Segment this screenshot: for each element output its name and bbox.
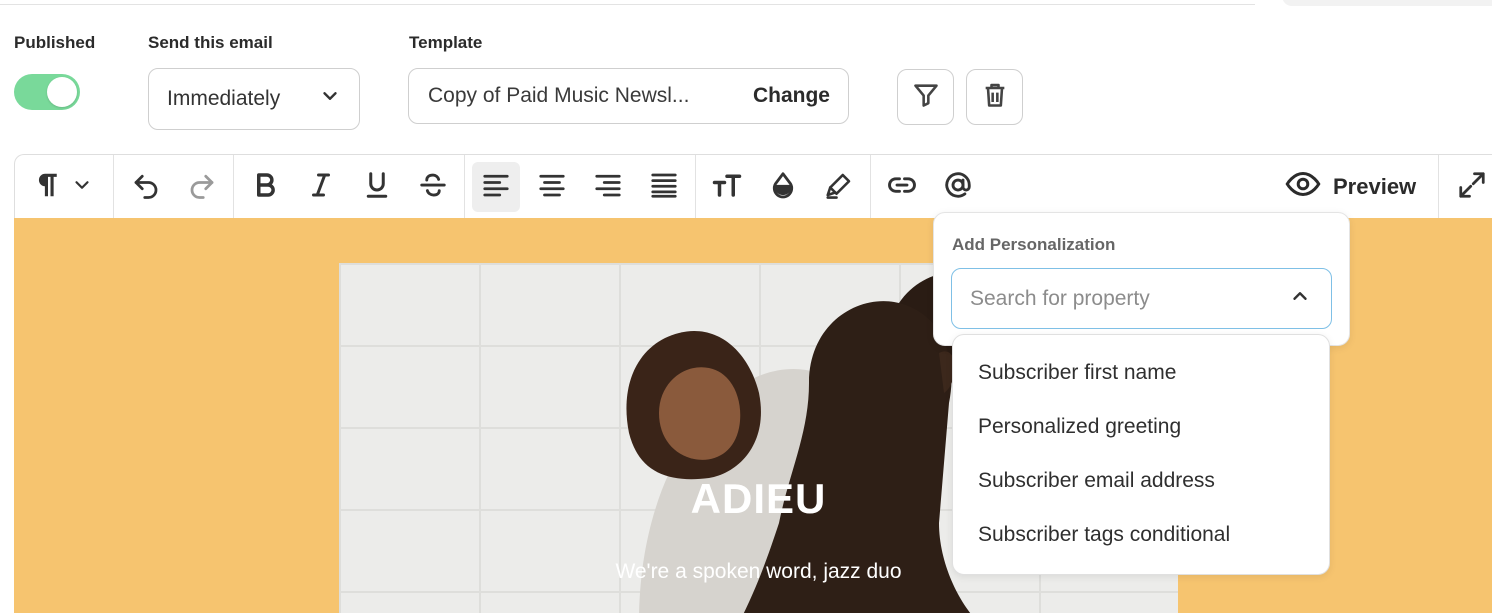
strikethrough-button[interactable] bbox=[416, 155, 450, 219]
strikethrough-icon bbox=[418, 170, 448, 205]
link-icon bbox=[887, 170, 917, 205]
chevron-down-icon bbox=[71, 174, 93, 201]
align-left-icon bbox=[481, 170, 511, 205]
text-size-icon bbox=[712, 170, 742, 205]
paragraph-style-dropdown[interactable] bbox=[69, 155, 95, 219]
send-timing-select[interactable]: Immediately bbox=[148, 68, 360, 130]
filter-button[interactable] bbox=[897, 69, 954, 125]
top-right-control[interactable] bbox=[1282, 0, 1492, 6]
preview-label: Preview bbox=[1333, 174, 1417, 199]
editor-toolbar: Preview bbox=[14, 154, 1492, 219]
trash-icon bbox=[981, 81, 1009, 114]
property-dropdown-list: Subscriber first name Personalized greet… bbox=[952, 334, 1330, 575]
redo-icon bbox=[187, 170, 217, 205]
align-left-button[interactable] bbox=[472, 162, 520, 212]
preview-button[interactable]: Preview bbox=[1285, 155, 1416, 219]
delete-button[interactable] bbox=[966, 69, 1023, 125]
fullscreen-button[interactable] bbox=[1455, 155, 1489, 219]
toolbar-separator bbox=[464, 155, 465, 219]
send-timing-value: Immediately bbox=[167, 87, 281, 110]
template-label: Template bbox=[409, 33, 483, 52]
template-field: Copy of Paid Music Newsl... Change bbox=[408, 68, 849, 124]
text-size-button[interactable] bbox=[709, 155, 745, 219]
paragraph-icon bbox=[33, 170, 63, 205]
align-right-button[interactable] bbox=[591, 155, 625, 219]
personalization-popover: Add Personalization bbox=[933, 212, 1350, 346]
chevron-up-icon[interactable] bbox=[1289, 285, 1311, 312]
italic-icon bbox=[306, 170, 336, 205]
redo-button[interactable] bbox=[185, 155, 219, 219]
toolbar-separator bbox=[233, 155, 234, 219]
toolbar-separator bbox=[1438, 155, 1439, 219]
toolbar-separator bbox=[113, 155, 114, 219]
expand-icon bbox=[1457, 170, 1487, 205]
align-justify-button[interactable] bbox=[647, 155, 681, 219]
eye-icon bbox=[1285, 166, 1321, 208]
toggle-knob bbox=[47, 77, 77, 107]
underline-button[interactable] bbox=[360, 155, 394, 219]
text-color-button[interactable] bbox=[766, 155, 800, 219]
list-item[interactable]: Subscriber first name bbox=[953, 346, 1329, 400]
italic-button[interactable] bbox=[304, 155, 338, 219]
mention-icon bbox=[943, 170, 973, 205]
published-label: Published bbox=[14, 33, 96, 52]
bold-button[interactable] bbox=[248, 155, 282, 219]
chevron-down-icon bbox=[319, 85, 341, 113]
paragraph-style-button[interactable] bbox=[31, 155, 65, 219]
align-right-icon bbox=[593, 170, 623, 205]
highlight-button[interactable] bbox=[822, 155, 856, 219]
filter-icon bbox=[912, 81, 940, 114]
undo-icon bbox=[131, 170, 161, 205]
send-label: Send this email bbox=[148, 33, 273, 52]
align-center-button[interactable] bbox=[535, 155, 569, 219]
property-search-field[interactable] bbox=[951, 268, 1332, 329]
top-divider bbox=[0, 4, 1255, 5]
property-search-input[interactable] bbox=[970, 286, 1289, 311]
toolbar-separator bbox=[870, 155, 871, 219]
personalization-title: Add Personalization bbox=[952, 235, 1116, 254]
list-item[interactable]: Subscriber tags conditional bbox=[953, 508, 1329, 562]
list-item[interactable]: Personalized greeting bbox=[953, 400, 1329, 454]
list-item[interactable]: Subscriber email address bbox=[953, 454, 1329, 508]
template-name: Copy of Paid Music Newsl... bbox=[428, 84, 690, 107]
mention-button[interactable] bbox=[941, 155, 975, 219]
text-color-icon bbox=[768, 170, 798, 205]
link-button[interactable] bbox=[884, 155, 920, 219]
highlight-icon bbox=[824, 170, 854, 205]
published-toggle[interactable] bbox=[14, 74, 80, 110]
align-justify-icon bbox=[649, 170, 679, 205]
change-template-button[interactable]: Change bbox=[753, 84, 830, 108]
underline-icon bbox=[362, 170, 392, 205]
toolbar-separator bbox=[695, 155, 696, 219]
align-center-icon bbox=[537, 170, 567, 205]
undo-button[interactable] bbox=[129, 155, 163, 219]
bold-icon bbox=[250, 170, 280, 205]
